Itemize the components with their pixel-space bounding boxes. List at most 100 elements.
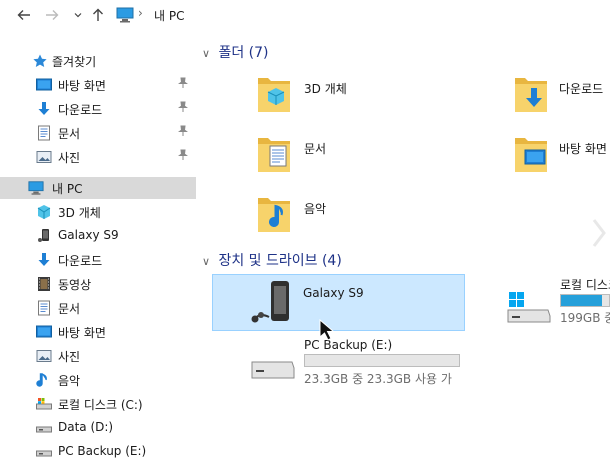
sidebar-label: 문서 bbox=[58, 127, 81, 141]
chevron-down-icon: ∨ bbox=[202, 47, 211, 60]
pin-icon[interactable] bbox=[178, 77, 188, 91]
sidebar-label: 바탕 화면 bbox=[58, 326, 106, 340]
sidebar-item-this-pc[interactable]: 내 PC bbox=[0, 177, 196, 199]
sidebar-label: 3D 개체 bbox=[58, 206, 101, 220]
star-icon bbox=[33, 54, 47, 67]
sidebar-label: 로컬 디스크 (C:) bbox=[58, 398, 143, 412]
folder-tile-downloads[interactable]: 다운로드 bbox=[511, 70, 610, 120]
sidebar-item-pictures[interactable]: 사진 bbox=[0, 345, 196, 367]
local-disk-icon bbox=[36, 398, 52, 410]
usage-bar-fill bbox=[561, 295, 602, 306]
device-capacity: 23.3GB 중 23.3GB 사용 가 bbox=[304, 372, 452, 386]
3d-objects-icon bbox=[37, 205, 51, 219]
device-tile-galaxy-s9[interactable]: Galaxy S9 bbox=[212, 274, 465, 331]
sidebar-item-desktop[interactable]: 바탕 화면 bbox=[0, 321, 196, 343]
sidebar-item-documents-pinned[interactable]: 문서 bbox=[0, 122, 196, 144]
sidebar-label: 다운로드 bbox=[58, 254, 103, 268]
folder-tile-3d-objects[interactable]: 3D 개체 bbox=[254, 70, 414, 120]
device-tile-pc-backup[interactable]: PC Backup (E:) 23.3GB 중 23.3GB 사용 가 bbox=[246, 334, 466, 390]
phone-icon bbox=[251, 281, 289, 323]
sidebar-item-pc-backup-e[interactable]: PC Backup (E:) bbox=[0, 441, 196, 463]
content-pane: ∨ 폴더 (7) 3D 개체 다운로드 문서 바탕 화면 음악 ∨ 장치 및 드… bbox=[196, 32, 610, 465]
sidebar-item-data-d[interactable]: Data (D:) bbox=[0, 417, 196, 439]
drive-icon bbox=[251, 361, 295, 379]
folder-tile-documents[interactable]: 문서 bbox=[254, 130, 414, 180]
pin-icon[interactable] bbox=[178, 101, 188, 115]
document-icon bbox=[38, 300, 50, 316]
this-pc-icon bbox=[116, 7, 134, 26]
this-pc-icon bbox=[28, 181, 44, 195]
navigation-pane: 즐겨찾기 바탕 화면 다운로드 문서 사진 내 PC 3D 개체 Galaxy … bbox=[0, 32, 196, 465]
sidebar-item-videos[interactable]: 동영상 bbox=[0, 273, 196, 295]
up-button[interactable] bbox=[90, 6, 106, 24]
sidebar-item-documents[interactable]: 문서 bbox=[0, 297, 196, 319]
device-label: Galaxy S9 bbox=[303, 286, 364, 300]
sidebar-label: 바탕 화면 bbox=[58, 79, 106, 93]
device-label: 로컬 디스크 bbox=[560, 278, 610, 292]
pin-icon[interactable] bbox=[178, 149, 188, 163]
recent-locations-button[interactable] bbox=[70, 6, 86, 24]
folder-desktop-icon bbox=[515, 138, 547, 172]
picture-icon bbox=[36, 151, 52, 163]
device-tile-local-disk[interactable]: 로컬 디스크 199GB 중 bbox=[506, 274, 610, 330]
chevron-down-icon bbox=[74, 13, 82, 18]
local-disk-usage-bar bbox=[560, 294, 610, 307]
sidebar-label: 사진 bbox=[58, 350, 81, 364]
folder-label: 다운로드 bbox=[559, 82, 604, 96]
sidebar-label: 문서 bbox=[58, 302, 81, 316]
folder-tile-desktop[interactable]: 바탕 화면 bbox=[511, 130, 610, 180]
sidebar-label: 다운로드 bbox=[58, 103, 103, 117]
drive-icon bbox=[36, 426, 52, 433]
folder-tile-music[interactable]: 음악 bbox=[254, 190, 414, 240]
video-icon bbox=[38, 277, 50, 291]
sidebar-item-local-disk-c[interactable]: 로컬 디스크 (C:) bbox=[0, 393, 196, 415]
sidebar-item-desktop-pinned[interactable]: 바탕 화면 bbox=[0, 74, 196, 96]
chevron-down-icon: ∨ bbox=[202, 255, 211, 268]
sidebar-label: Data (D:) bbox=[58, 420, 114, 434]
sidebar-quick-access[interactable]: 즐겨찾기 bbox=[0, 50, 196, 72]
folders-section-header[interactable]: ∨ 폴더 (7) bbox=[202, 42, 269, 62]
breadcrumb-separator: › bbox=[138, 6, 143, 20]
sidebar-item-pictures-pinned[interactable]: 사진 bbox=[0, 146, 196, 168]
folder-3d-objects-icon bbox=[258, 78, 290, 112]
address-bar: › 내 PC bbox=[0, 0, 610, 32]
sidebar-item-music[interactable]: 음악 bbox=[0, 369, 196, 391]
arrow-up-icon bbox=[93, 8, 103, 21]
desktop-icon bbox=[36, 78, 52, 91]
sidebar-item-3d-objects[interactable]: 3D 개체 bbox=[0, 201, 196, 223]
devices-section-header[interactable]: ∨ 장치 및 드라이브 (4) bbox=[202, 250, 342, 270]
folder-music-icon bbox=[258, 198, 290, 232]
sidebar-label: 내 PC bbox=[52, 182, 83, 196]
folder-label: 3D 개체 bbox=[304, 82, 347, 96]
sidebar-item-galaxy-s9[interactable]: Galaxy S9 bbox=[0, 225, 196, 247]
drive-icon bbox=[36, 450, 52, 457]
section-title: 장치 및 드라이브 (4) bbox=[218, 253, 342, 269]
pin-icon[interactable] bbox=[178, 125, 188, 139]
breadcrumb-location[interactable]: 내 PC bbox=[154, 7, 184, 24]
mouse-cursor-icon bbox=[319, 318, 335, 341]
picture-icon bbox=[36, 350, 52, 362]
desktop-icon bbox=[36, 325, 52, 338]
sidebar-label: PC Backup (E:) bbox=[58, 444, 147, 458]
scroll-hint-chevron-icon bbox=[592, 219, 606, 247]
folder-documents-icon bbox=[258, 138, 290, 172]
section-title: 폴더 (7) bbox=[218, 45, 269, 61]
sidebar-label: 음악 bbox=[58, 374, 81, 388]
folder-label: 음악 bbox=[304, 202, 327, 216]
download-icon bbox=[38, 253, 50, 266]
forward-button[interactable] bbox=[44, 6, 60, 24]
folder-label: 바탕 화면 bbox=[559, 142, 607, 156]
arrow-left-icon bbox=[17, 10, 30, 20]
sidebar-item-downloads[interactable]: 다운로드 bbox=[0, 249, 196, 271]
backup-usage-bar bbox=[304, 354, 460, 367]
sidebar-item-downloads-pinned[interactable]: 다운로드 bbox=[0, 98, 196, 120]
device-capacity: 199GB 중 bbox=[560, 311, 610, 325]
sidebar-label: 사진 bbox=[58, 151, 81, 165]
sidebar-label: 동영상 bbox=[58, 278, 92, 292]
arrow-right-icon bbox=[46, 10, 59, 20]
back-button[interactable] bbox=[16, 6, 32, 24]
music-icon bbox=[36, 373, 47, 387]
download-icon bbox=[38, 102, 50, 115]
folder-label: 문서 bbox=[304, 142, 327, 156]
sidebar-label: 즐겨찾기 bbox=[52, 55, 97, 69]
